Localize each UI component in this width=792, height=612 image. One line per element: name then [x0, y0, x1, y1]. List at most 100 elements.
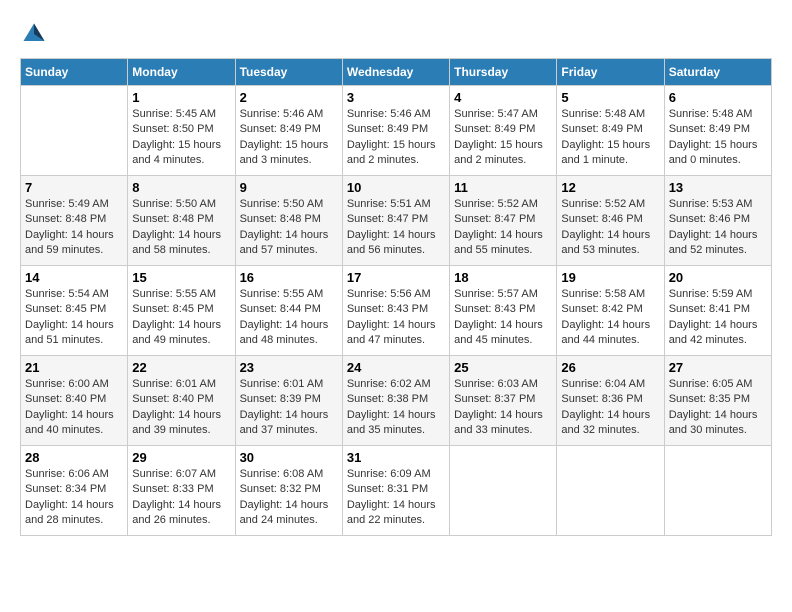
page-header	[20, 20, 772, 48]
day-number: 16	[240, 270, 338, 285]
calendar-day-cell	[21, 86, 128, 176]
day-info: Sunrise: 6:01 AMSunset: 8:40 PMDaylight:…	[132, 377, 230, 439]
day-info: Sunrise: 5:54 AMSunset: 8:45 PMDaylight:…	[25, 287, 123, 349]
day-number: 3	[347, 90, 445, 105]
calendar-day-cell: 24 Sunrise: 6:02 AMSunset: 8:38 PMDayligh…	[342, 356, 449, 446]
calendar-day-cell: 15 Sunrise: 5:55 AMSunset: 8:45 PMDayligh…	[128, 266, 235, 356]
calendar-day-cell: 8 Sunrise: 5:50 AMSunset: 8:48 PMDaylight…	[128, 176, 235, 266]
day-number: 20	[669, 270, 767, 285]
day-info: Sunrise: 5:55 AMSunset: 8:44 PMDaylight:…	[240, 287, 338, 349]
day-number: 1	[132, 90, 230, 105]
calendar-day-cell	[664, 446, 771, 536]
day-number: 19	[561, 270, 659, 285]
calendar-day-cell: 4Sunrise: 5:47 AMSunset: 8:49 PMDaylight…	[450, 86, 557, 176]
day-number: 18	[454, 270, 552, 285]
calendar-day-cell: 5 Sunrise: 5:48 AMSunset: 8:49 PMDaylight…	[557, 86, 664, 176]
calendar-day-cell: 6 Sunrise: 5:48 AMSunset: 8:49 PMDaylight…	[664, 86, 771, 176]
logo-icon	[20, 20, 48, 48]
calendar-day-cell: 17Sunrise: 5:56 AMSunset: 8:43 PMDayligh…	[342, 266, 449, 356]
weekday-header: Thursday	[450, 59, 557, 86]
logo	[20, 20, 52, 48]
weekday-header: Friday	[557, 59, 664, 86]
calendar-week-row: 14 Sunrise: 5:54 AMSunset: 8:45 PMDayligh…	[21, 266, 772, 356]
day-info: Sunrise: 5:48 AMSunset: 8:49 PMDaylight:…	[561, 107, 659, 169]
day-number: 7	[25, 180, 123, 195]
calendar-day-cell: 18Sunrise: 5:57 AMSunset: 8:43 PMDayligh…	[450, 266, 557, 356]
day-number: 10	[347, 180, 445, 195]
day-info: Sunrise: 5:47 AMSunset: 8:49 PMDaylight:…	[454, 107, 552, 169]
day-info: Sunrise: 5:45 AMSunset: 8:50 PMDaylight:…	[132, 107, 230, 169]
day-number: 23	[240, 360, 338, 375]
calendar-day-cell: 11Sunrise: 5:52 AMSunset: 8:47 PMDayligh…	[450, 176, 557, 266]
weekday-header: Tuesday	[235, 59, 342, 86]
weekday-header: Wednesday	[342, 59, 449, 86]
calendar-day-cell: 28 Sunrise: 6:06 AMSunset: 8:34 PMDayligh…	[21, 446, 128, 536]
day-info: Sunrise: 6:09 AMSunset: 8:31 PMDaylight:…	[347, 467, 445, 529]
day-number: 5	[561, 90, 659, 105]
calendar-day-cell: 23 Sunrise: 6:01 AMSunset: 8:39 PMDayligh…	[235, 356, 342, 446]
calendar-day-cell: 13Sunrise: 5:53 AMSunset: 8:46 PMDayligh…	[664, 176, 771, 266]
day-number: 26	[561, 360, 659, 375]
calendar-day-cell: 12 Sunrise: 5:52 AMSunset: 8:46 PMDayligh…	[557, 176, 664, 266]
day-number: 22	[132, 360, 230, 375]
day-number: 2	[240, 90, 338, 105]
calendar-day-cell: 25Sunrise: 6:03 AMSunset: 8:37 PMDayligh…	[450, 356, 557, 446]
calendar-day-cell	[557, 446, 664, 536]
calendar-day-cell: 19 Sunrise: 5:58 AMSunset: 8:42 PMDayligh…	[557, 266, 664, 356]
calendar-day-cell: 9 Sunrise: 5:50 AMSunset: 8:48 PMDaylight…	[235, 176, 342, 266]
day-info: Sunrise: 6:06 AMSunset: 8:34 PMDaylight:…	[25, 467, 123, 529]
day-info: Sunrise: 5:46 AMSunset: 8:49 PMDaylight:…	[347, 107, 445, 169]
day-number: 9	[240, 180, 338, 195]
day-number: 13	[669, 180, 767, 195]
day-info: Sunrise: 6:01 AMSunset: 8:39 PMDaylight:…	[240, 377, 338, 439]
calendar-day-cell: 14 Sunrise: 5:54 AMSunset: 8:45 PMDayligh…	[21, 266, 128, 356]
calendar-day-cell	[450, 446, 557, 536]
day-info: Sunrise: 5:52 AMSunset: 8:46 PMDaylight:…	[561, 197, 659, 259]
day-number: 11	[454, 180, 552, 195]
calendar-day-cell: 21Sunrise: 6:00 AMSunset: 8:40 PMDayligh…	[21, 356, 128, 446]
day-number: 14	[25, 270, 123, 285]
calendar-day-cell: 10 Sunrise: 5:51 AMSunset: 8:47 PMDayligh…	[342, 176, 449, 266]
day-number: 8	[132, 180, 230, 195]
calendar-week-row: 7Sunrise: 5:49 AMSunset: 8:48 PMDaylight…	[21, 176, 772, 266]
day-number: 6	[669, 90, 767, 105]
day-number: 12	[561, 180, 659, 195]
day-info: Sunrise: 6:03 AMSunset: 8:37 PMDaylight:…	[454, 377, 552, 439]
day-info: Sunrise: 6:02 AMSunset: 8:38 PMDaylight:…	[347, 377, 445, 439]
day-info: Sunrise: 5:50 AMSunset: 8:48 PMDaylight:…	[132, 197, 230, 259]
day-number: 24	[347, 360, 445, 375]
day-number: 15	[132, 270, 230, 285]
calendar-day-cell: 2Sunrise: 5:46 AMSunset: 8:49 PMDaylight…	[235, 86, 342, 176]
day-number: 28	[25, 450, 123, 465]
day-info: Sunrise: 5:58 AMSunset: 8:42 PMDaylight:…	[561, 287, 659, 349]
day-info: Sunrise: 6:08 AMSunset: 8:32 PMDaylight:…	[240, 467, 338, 529]
calendar-day-cell: 29 Sunrise: 6:07 AMSunset: 8:33 PMDayligh…	[128, 446, 235, 536]
day-number: 29	[132, 450, 230, 465]
day-info: Sunrise: 5:50 AMSunset: 8:48 PMDaylight:…	[240, 197, 338, 259]
day-info: Sunrise: 6:00 AMSunset: 8:40 PMDaylight:…	[25, 377, 123, 439]
day-number: 17	[347, 270, 445, 285]
calendar-table: SundayMondayTuesdayWednesdayThursdayFrid…	[20, 58, 772, 536]
day-number: 31	[347, 450, 445, 465]
day-info: Sunrise: 5:51 AMSunset: 8:47 PMDaylight:…	[347, 197, 445, 259]
day-number: 30	[240, 450, 338, 465]
day-info: Sunrise: 6:07 AMSunset: 8:33 PMDaylight:…	[132, 467, 230, 529]
day-info: Sunrise: 6:05 AMSunset: 8:35 PMDaylight:…	[669, 377, 767, 439]
calendar-day-cell: 3 Sunrise: 5:46 AMSunset: 8:49 PMDaylight…	[342, 86, 449, 176]
calendar-week-row: 1 Sunrise: 5:45 AMSunset: 8:50 PMDaylight…	[21, 86, 772, 176]
weekday-header: Saturday	[664, 59, 771, 86]
calendar-day-cell: 26 Sunrise: 6:04 AMSunset: 8:36 PMDayligh…	[557, 356, 664, 446]
calendar-day-cell: 16 Sunrise: 5:55 AMSunset: 8:44 PMDayligh…	[235, 266, 342, 356]
weekday-header: Monday	[128, 59, 235, 86]
calendar-header-row: SundayMondayTuesdayWednesdayThursdayFrid…	[21, 59, 772, 86]
calendar-day-cell: 30 Sunrise: 6:08 AMSunset: 8:32 PMDayligh…	[235, 446, 342, 536]
calendar-day-cell: 22 Sunrise: 6:01 AMSunset: 8:40 PMDayligh…	[128, 356, 235, 446]
calendar-day-cell: 1 Sunrise: 5:45 AMSunset: 8:50 PMDaylight…	[128, 86, 235, 176]
weekday-header: Sunday	[21, 59, 128, 86]
day-info: Sunrise: 6:04 AMSunset: 8:36 PMDaylight:…	[561, 377, 659, 439]
calendar-day-cell: 31 Sunrise: 6:09 AMSunset: 8:31 PMDayligh…	[342, 446, 449, 536]
calendar-day-cell: 7Sunrise: 5:49 AMSunset: 8:48 PMDaylight…	[21, 176, 128, 266]
calendar-week-row: 21Sunrise: 6:00 AMSunset: 8:40 PMDayligh…	[21, 356, 772, 446]
day-info: Sunrise: 5:48 AMSunset: 8:49 PMDaylight:…	[669, 107, 767, 169]
day-info: Sunrise: 5:55 AMSunset: 8:45 PMDaylight:…	[132, 287, 230, 349]
